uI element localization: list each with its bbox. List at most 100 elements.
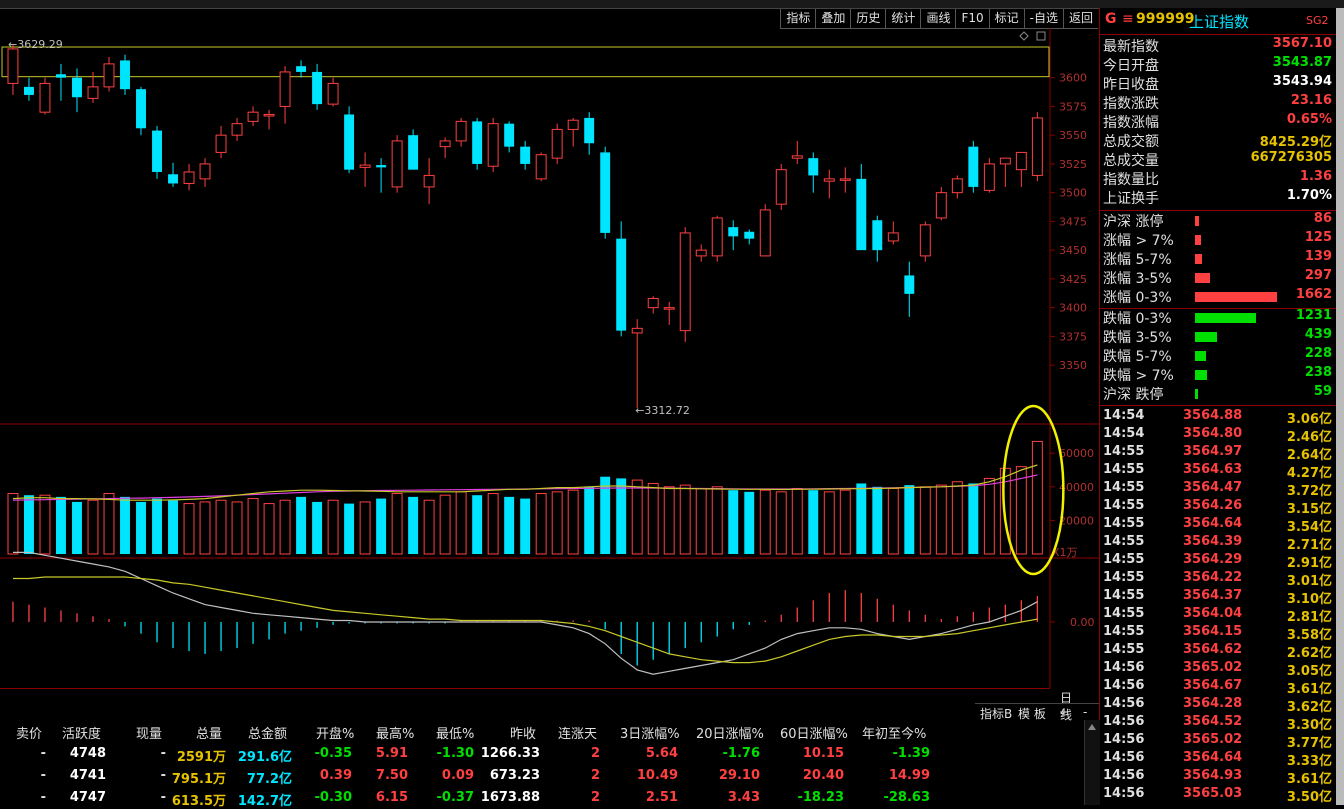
table-header-cell[interactable]: 连涨天: [558, 723, 597, 742]
chart-area[interactable]: 3350 3375 3400 3425 3450 3475 3500 3525 3550 3575…: [0, 28, 1100, 688]
volume-bar: [551, 491, 563, 555]
distribution-bar: [1195, 351, 1206, 361]
table-cell: 5.91: [375, 746, 408, 761]
table-row[interactable]: -4741-795.1万 77.2亿 0.39 7.50 0.09 673.23 2 10.4…: [0, 766, 1084, 787]
tick-time: 14:56: [1103, 768, 1145, 783]
tick-row: 14:56 3564.64 3.33亿: [1100, 750, 1336, 769]
toolbar-button-3[interactable]: 统计: [885, 9, 921, 29]
candle-body: [391, 140, 403, 188]
table-cell: -: [40, 746, 46, 761]
table-header-cell[interactable]: 卖价: [16, 723, 42, 742]
stat-row: 总成交额 8425.29亿: [1100, 131, 1336, 150]
toolbar-button-4[interactable]: 画线: [920, 9, 956, 29]
volume-bar: [120, 496, 130, 554]
table-header-cell[interactable]: 最高%: [376, 723, 414, 742]
table-cell: -: [40, 768, 46, 783]
volume-bar: [72, 501, 82, 554]
candle-body: [935, 192, 947, 219]
tick-amount: 3.50亿: [1286, 790, 1332, 805]
tick-amount: 3.77亿: [1286, 736, 1332, 751]
stat-label: 总成交额: [1103, 134, 1159, 150]
tick-time: 14:56: [1103, 714, 1145, 729]
candle-body: [472, 121, 483, 164]
price-tick-label: 3575: [1059, 100, 1087, 113]
table-header-cell[interactable]: 开盘%: [316, 723, 354, 742]
table-header-cell[interactable]: 最低%: [436, 723, 474, 742]
table-header-cell[interactable]: 3日涨幅%: [620, 723, 680, 742]
tick-price: 3564.47: [1183, 480, 1243, 495]
tick-row: 14:56 3564.93 3.61亿: [1100, 768, 1336, 787]
table-header-cell[interactable]: 活跃度: [62, 723, 101, 742]
toolbar-button-2[interactable]: 历史: [850, 9, 886, 29]
high-annotation: ←3629.29: [8, 38, 63, 51]
scroll-up-arrow[interactable]: [1088, 724, 1096, 730]
volume-bar: [951, 481, 963, 555]
tick-time: 14:55: [1103, 444, 1145, 459]
candle-body: [535, 154, 547, 180]
stat-label: 上证换手: [1103, 191, 1159, 207]
stat-value: 3543.87: [1272, 55, 1332, 70]
candle-body: [616, 238, 627, 331]
table-cell: 14.99: [888, 768, 930, 783]
distribution-bar: [1195, 216, 1199, 226]
stat-row: 指数涨跌 23.16: [1100, 93, 1336, 112]
candle-body: [136, 89, 146, 129]
distribution-value: 59: [1313, 384, 1332, 399]
table-header-cell[interactable]: 20日涨幅%: [696, 723, 764, 742]
volume-bar: [439, 494, 451, 555]
volume-bar: [647, 482, 659, 555]
candle-body: [439, 140, 451, 148]
price-tick-label: 3525: [1059, 158, 1087, 171]
volume-bar: [136, 501, 146, 554]
tick-time: 14:54: [1103, 426, 1145, 441]
macd-zero-label: 0.00: [1070, 616, 1095, 629]
tick-price: 3564.67: [1183, 678, 1243, 693]
chart-toolbar: 指标 叠加 历史 统计 画线 F10 标记 -自选 返回: [780, 9, 1098, 29]
toolbar-button-7[interactable]: -自选: [1023, 9, 1063, 29]
table-header-cell[interactable]: 现量: [136, 723, 162, 742]
stat-value: 23.16: [1290, 93, 1332, 108]
table-header-cell[interactable]: 60日涨幅%: [780, 723, 848, 742]
price-tick-label: 3425: [1059, 273, 1087, 286]
g-badge: G: [1105, 11, 1117, 27]
maximize-icon: [1036, 31, 1046, 41]
stat-label: 昨日收盘: [1103, 77, 1159, 93]
table-header-cell[interactable]: 昨收: [510, 723, 536, 742]
volume-tick-label: 60000: [1059, 447, 1094, 460]
toolbar-button-8[interactable]: 返回: [1062, 9, 1098, 29]
toolbar-button-6[interactable]: 标记: [988, 9, 1024, 29]
tab-add-button[interactable]: +: [1059, 705, 1069, 719]
price-tick-label: 3400: [1059, 302, 1087, 315]
table-scrollbar[interactable]: [1084, 720, 1100, 805]
table-header-cell[interactable]: 年初至今%: [862, 723, 926, 742]
tab-remove-button[interactable]: -: [1083, 705, 1087, 719]
volume-bar: [39, 494, 51, 555]
distribution-bar: [1195, 273, 1210, 283]
volume-bar: [584, 486, 595, 554]
tick-price: 3564.64: [1183, 750, 1243, 765]
toolbar-button-0[interactable]: 指标: [780, 9, 816, 29]
tick-amount: 3.58亿: [1286, 628, 1332, 643]
toolbar-button-5[interactable]: F10: [955, 9, 989, 29]
tick-row: 14:56 3564.28 3.62亿: [1100, 696, 1336, 715]
stat-value: 667276305: [1250, 150, 1332, 165]
tick-price: 3564.93: [1183, 768, 1243, 783]
table-header-cell[interactable]: 总量: [196, 723, 222, 742]
tick-row: 14:55 3564.63 4.27亿: [1100, 462, 1336, 481]
candle-body: [7, 48, 19, 84]
price-tick-label: 3450: [1059, 244, 1087, 257]
price-tick-label: 3550: [1059, 129, 1087, 142]
tick-amount: 2.64亿: [1286, 448, 1332, 463]
tick-price: 3564.29: [1183, 552, 1243, 567]
volume-bar: [520, 498, 531, 554]
volume-bar: [935, 484, 947, 555]
menu-icon[interactable]: ≡: [1122, 11, 1134, 27]
toolbar-button-1[interactable]: 叠加: [815, 9, 851, 29]
table-header-cell[interactable]: 总金额: [248, 723, 287, 742]
candle-body: [904, 275, 915, 294]
table-row[interactable]: -4747-613.5万 142.7亿 -0.30 6.15 -0.37 1673.88 2…: [0, 788, 1084, 809]
candle-body: [199, 163, 211, 180]
tick-amount: 2.81亿: [1286, 610, 1332, 625]
tick-row: 14:55 3564.39 2.71亿: [1100, 534, 1336, 553]
table-row[interactable]: -4748-2591万 291.6亿 -0.35 5.91 -1.30 1266.33 2 5…: [0, 744, 1084, 765]
